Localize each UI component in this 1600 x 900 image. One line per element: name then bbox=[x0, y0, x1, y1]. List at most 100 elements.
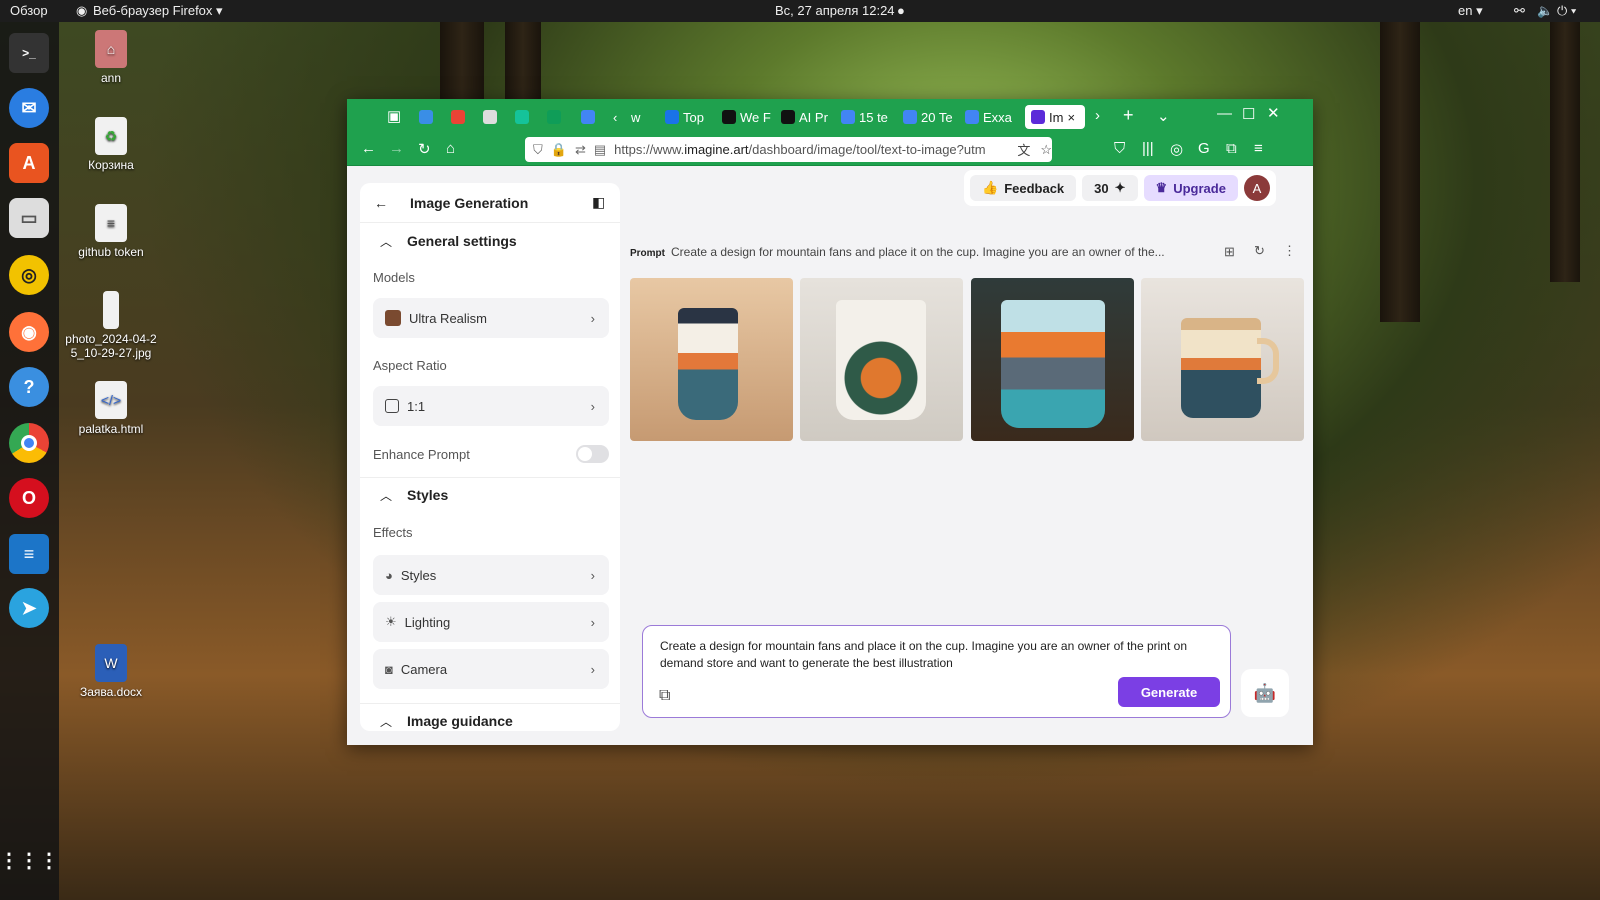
regenerate-icon[interactable]: ↻ bbox=[1254, 243, 1265, 259]
tab-active[interactable]: Im × bbox=[1025, 105, 1085, 129]
pinned-tab-translate[interactable] bbox=[581, 105, 595, 129]
reader-icon: ▤ bbox=[593, 141, 607, 157]
opera-icon[interactable]: O bbox=[9, 478, 49, 518]
general-settings-header[interactable]: ︿ General settings bbox=[360, 233, 620, 257]
enhance-prompt-label: Enhance Prompt bbox=[373, 447, 470, 462]
power-icon[interactable]: ⏻ ▾ bbox=[1557, 3, 1576, 19]
prompt-composer[interactable]: Create a design for mountain fans and pl… bbox=[642, 625, 1231, 718]
desktop-item-home[interactable]: ⌂ ann bbox=[61, 30, 161, 85]
minimize-icon[interactable]: — bbox=[1217, 105, 1232, 122]
tab-1[interactable]: w bbox=[631, 105, 661, 129]
tab-6[interactable]: 20 Te bbox=[903, 105, 955, 129]
more-options-icon[interactable]: ⋮ bbox=[1283, 243, 1296, 259]
model-selector[interactable]: Ultra Realism › bbox=[373, 298, 609, 338]
firefox-icon: ◉ bbox=[76, 3, 88, 18]
tabs-scroll-right[interactable]: › bbox=[1095, 107, 1100, 124]
camera-selector[interactable]: ◙ Camera › bbox=[373, 649, 609, 689]
prompt-summary: Prompt Create a design for mountain fans … bbox=[630, 245, 1165, 259]
rhythmbox-icon[interactable]: ◎ bbox=[9, 255, 49, 295]
styles-section-header[interactable]: ︿ Styles bbox=[360, 487, 620, 511]
tab-overview-icon[interactable]: ▣ bbox=[387, 107, 401, 125]
tab-2[interactable]: Top bbox=[665, 105, 709, 129]
generate-button[interactable]: Generate bbox=[1118, 677, 1220, 707]
menu-icon[interactable]: ≡ bbox=[1254, 140, 1263, 157]
files-icon[interactable]: ▭ bbox=[9, 198, 49, 238]
tab-3[interactable]: We F bbox=[722, 105, 772, 129]
system-top-bar: Обзор ◉ Веб-браузер Firefox ▾ Вс, 27 апр… bbox=[0, 0, 1600, 22]
pocket-icon[interactable]: ⛉ bbox=[1114, 140, 1125, 157]
generated-image-2[interactable] bbox=[800, 278, 963, 441]
network-icon[interactable]: ⚯ bbox=[1514, 3, 1525, 19]
back-icon[interactable]: ← bbox=[361, 140, 376, 157]
tab-5[interactable]: 15 te bbox=[841, 105, 893, 129]
image-guidance-header[interactable]: ︿ Image guidance bbox=[360, 713, 620, 731]
pinned-tab-grammarly[interactable] bbox=[515, 105, 529, 129]
aspect-ratio-selector[interactable]: 1:1 › bbox=[373, 386, 609, 426]
cup-illustration bbox=[836, 300, 926, 420]
app-menu[interactable]: Веб-браузер Firefox ▾ bbox=[93, 3, 223, 19]
generated-image-3[interactable] bbox=[971, 278, 1134, 441]
help-icon[interactable]: ? bbox=[9, 367, 49, 407]
maximize-icon[interactable]: ☐ bbox=[1242, 105, 1255, 123]
desktop-item-palatka[interactable]: </> palatka.html bbox=[61, 381, 161, 436]
desktop-item-github-token[interactable]: ≡ github token bbox=[61, 204, 161, 259]
desktop-item-trash[interactable]: ♻ Корзина bbox=[61, 117, 161, 172]
prompt-textarea[interactable]: Create a design for mountain fans and pl… bbox=[660, 638, 1220, 672]
translate-page-icon[interactable]: 文 bbox=[1017, 140, 1030, 159]
avatar[interactable]: A bbox=[1243, 175, 1270, 201]
credits-badge[interactable]: 30 ✦ bbox=[1082, 175, 1138, 201]
desktop-item-docx[interactable]: W Заява.docx bbox=[61, 644, 161, 699]
activities-button[interactable]: Обзор bbox=[10, 3, 48, 18]
image-upload-icon[interactable]: ⧉ bbox=[659, 687, 670, 705]
desktop-item-photo[interactable]: photo_2024-04-25_10-29-27.jpg bbox=[61, 291, 161, 360]
firefox-dock-icon[interactable]: ◉ bbox=[9, 312, 49, 352]
assistant-bot-button[interactable]: 🤖 bbox=[1241, 669, 1289, 717]
divider bbox=[360, 477, 620, 478]
text-format-icon[interactable]: ⊞ bbox=[1224, 244, 1235, 260]
account-icon[interactable]: ◎ bbox=[1170, 140, 1183, 158]
url-bar[interactable]: ⛉ 🔒 ⇄ ▤ https://www.imagine.art/dashboar… bbox=[525, 137, 1052, 162]
pinned-tab-sheets[interactable] bbox=[547, 105, 561, 129]
back-arrow-icon[interactable]: ← bbox=[374, 195, 388, 211]
app-center-icon[interactable]: A bbox=[9, 143, 49, 183]
generated-image-1[interactable] bbox=[630, 278, 793, 441]
extensions-icon[interactable]: ⧉ bbox=[1226, 140, 1237, 157]
grammarly-ext-icon[interactable]: G bbox=[1198, 140, 1210, 157]
lighting-selector[interactable]: ☀ Lighting › bbox=[373, 602, 609, 642]
tab-4[interactable]: AI Pr bbox=[781, 105, 831, 129]
model-thumbnail-icon bbox=[385, 310, 401, 326]
pinned-tab-gmail[interactable] bbox=[451, 105, 465, 129]
collapse-panel-icon[interactable]: ◧ bbox=[592, 194, 605, 211]
enhance-prompt-toggle[interactable] bbox=[576, 445, 609, 463]
library-icon[interactable]: ||| bbox=[1142, 140, 1154, 157]
upgrade-button[interactable]: ♛ Upgrade bbox=[1143, 175, 1238, 201]
pinned-tab-1[interactable] bbox=[419, 105, 433, 129]
pinned-tab-3[interactable] bbox=[483, 105, 497, 129]
close-window-icon[interactable]: ✕ bbox=[1267, 104, 1280, 122]
tabs-scroll-left[interactable]: ‹ bbox=[613, 105, 617, 129]
thunderbird-icon[interactable]: ✉ bbox=[9, 88, 49, 128]
bookmark-star-icon[interactable]: ☆ bbox=[1040, 142, 1052, 158]
writer-icon[interactable]: ≡ bbox=[9, 534, 49, 574]
page-content: ← Image Generation ◧ ︿ General settings … bbox=[347, 166, 1313, 745]
reload-icon[interactable]: ↻ bbox=[418, 140, 431, 158]
clock[interactable]: Вс, 27 апреля 12:24 bbox=[775, 3, 895, 18]
language-indicator[interactable]: en ▾ bbox=[1458, 3, 1483, 19]
close-tab-icon[interactable]: × bbox=[1067, 110, 1075, 125]
chevron-right-icon: › bbox=[590, 310, 595, 326]
forward-icon[interactable]: → bbox=[389, 140, 404, 157]
styles-selector[interactable]: ◕ Styles › bbox=[373, 555, 609, 595]
thumbs-up-icon: 👍 bbox=[982, 180, 999, 195]
apps-grid-icon[interactable]: ⋮⋮⋮ bbox=[0, 840, 59, 880]
feedback-button[interactable]: 👍 Feedback bbox=[970, 175, 1077, 201]
home-icon[interactable]: ⌂ bbox=[446, 140, 455, 157]
terminal-icon[interactable]: >_ bbox=[9, 33, 49, 73]
list-tabs-icon[interactable]: ⌄ bbox=[1157, 107, 1170, 125]
new-tab-button[interactable]: + bbox=[1123, 105, 1134, 126]
generated-image-4[interactable] bbox=[1141, 278, 1304, 441]
telegram-icon[interactable]: ➤ bbox=[9, 588, 49, 628]
home-folder-icon: ⌂ bbox=[95, 30, 127, 68]
chrome-icon[interactable] bbox=[9, 423, 49, 463]
tab-7[interactable]: Exxa bbox=[965, 105, 1015, 129]
volume-icon[interactable]: 🔈 bbox=[1537, 3, 1553, 19]
